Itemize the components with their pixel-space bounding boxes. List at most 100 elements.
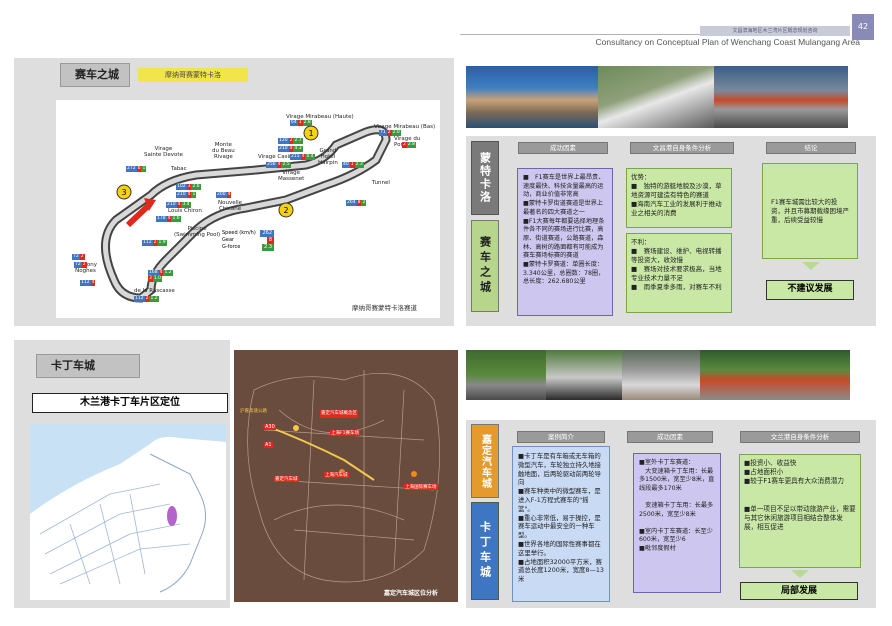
jiading-label-1: A30 — [264, 424, 276, 430]
conclusion-text: F1赛车城需比较大的投资，并且市募期载缘困境严重，后续受益较慢 — [771, 197, 849, 224]
track-data-badge: 40 1 2.3 — [342, 162, 364, 168]
track-data-badge: 264 8 2 — [346, 200, 367, 206]
track-badge-gear: 2 — [79, 254, 85, 260]
track-data-badge: 200 4 — [216, 192, 232, 198]
track-badge-gforce: 2.5 — [281, 162, 291, 168]
conclusion-arrow — [802, 262, 820, 270]
col-case-intro: 案例简介 — [517, 431, 605, 443]
track-data-badge: 71 2 2.0 — [379, 130, 401, 136]
svg-text:3: 3 — [121, 188, 126, 197]
tab-racing-city: 赛车之城 — [471, 220, 499, 312]
jiading-label-2: A1 — [264, 442, 273, 448]
track-badge-gforce: 1.2 — [163, 270, 173, 276]
track-badge-speed: 71 — [379, 130, 387, 136]
track-badge-speed: 64 — [290, 120, 298, 126]
legend-speed-value: 262 — [260, 230, 274, 237]
legend-gear-label: Gear — [222, 237, 235, 243]
track-data-badge: 72 2 — [74, 262, 87, 268]
label-piscine: Piscine (Swimming Pool) — [174, 226, 221, 238]
track-legend: Speed (km/h) 262 Gear 8 G-force 2.3 — [222, 230, 274, 251]
track-badge-speed: 112 — [80, 280, 91, 286]
legend-gear-value: 8 — [266, 237, 274, 244]
track-badge-gforce: 1 — [191, 192, 197, 198]
track-badge-speed: 210 — [166, 202, 177, 208]
section2-title: 卡丁车城 — [36, 354, 140, 378]
jiading-label-0: 沪嘉高速公路 — [240, 409, 267, 414]
track-badge-speed: 210 — [176, 192, 187, 198]
track-badge-gforce: 2.3 — [354, 162, 364, 168]
marker-circuit — [411, 471, 417, 477]
track-badge-speed: 200 — [216, 192, 227, 198]
jiading-label-4: 上海F1赛车场 — [330, 430, 360, 436]
track-badge-speed: 72 — [74, 262, 82, 268]
col-success-factors: 成功因素 — [518, 142, 608, 154]
track-badge-speed: 178 — [156, 216, 167, 222]
section1-tag: 摩纳哥赛蒙特卡洛 — [138, 68, 248, 82]
track-data-badge: 256 4 2.5 — [266, 162, 291, 168]
label-tunnel: Tunnel — [372, 180, 390, 186]
tab-racing-city-label: 赛车之城 — [478, 236, 492, 296]
tab-karting-city: 卡丁车城 — [471, 502, 499, 600]
self-analysis-arrow — [791, 570, 809, 578]
track-data-badge: 112 4 — [80, 280, 96, 286]
jiading-label-3: 嘉定汽车城概念区 — [320, 410, 358, 418]
track-data-badge: 120 2 2.7 — [278, 138, 303, 144]
mulan-port-site-map — [30, 424, 226, 600]
f1-race-photo — [714, 66, 848, 128]
track-map-caption: 摩纳哥赛蒙特卡洛赛道 — [352, 304, 417, 312]
track-badge-gforce: 2 — [361, 200, 367, 206]
track-data-badge: 112 2 1.9 — [142, 240, 167, 246]
track-badge-gforce: 1.6 — [171, 216, 181, 222]
track-data-badge: 210 4 4.3 — [278, 146, 303, 152]
track-badge-gforce: 1.2 — [149, 296, 159, 302]
track-badge-gforce: 2.8 — [302, 120, 312, 126]
jiading-label-5: 上海汽车城 — [324, 472, 349, 478]
self-analysis-box-2: ■投资小、收益快 ■占地面积小 ■较于F1赛车更具有大众消费潜力 ■单一项目不足… — [739, 454, 861, 568]
track-data-badge: 272 6 1 — [126, 166, 147, 172]
track-data-badge: 64 1 2.8 — [290, 120, 312, 126]
marker-a30 — [293, 425, 299, 431]
track-badge-gear: 2 — [81, 262, 87, 268]
label-louis-chiron: Louis Chiron — [168, 208, 202, 214]
track-data-badge: 72 2 — [72, 254, 85, 260]
legend-gforce-label: G-force — [222, 244, 241, 250]
label-tabac: Tabac — [171, 166, 187, 172]
track-badge-speed: 272 — [126, 166, 137, 172]
track-data-badge: 215 4 0.4 — [290, 154, 315, 160]
karting-location-title: 木兰港卡丁车片区定位 — [32, 393, 228, 413]
result-not-recommended: 不建议发展 — [766, 280, 854, 300]
legend-speed-label: Speed (km/h) — [222, 230, 256, 236]
label-massenet: Virage Massenet — [278, 170, 305, 182]
track-data-badge: 2 2.8 — [402, 142, 417, 148]
col-conclusion: 结论 — [766, 142, 856, 154]
karting-photo-1 — [466, 350, 546, 400]
jiading-map-caption: 嘉定汽车城区位分析 — [384, 590, 439, 597]
rally-car-photo — [598, 66, 714, 128]
track-badge-gear: 4 — [226, 192, 232, 198]
section1-title: 赛车之城 — [60, 63, 130, 87]
track-data-badge: 210 4 3.4 — [166, 202, 191, 208]
karting-photo-3 — [622, 350, 700, 400]
advantages-box: 优势： ■ 独特的游艇地貌及沙漠，草地资源可建造有特色的赛道 ■海南汽车工业的发… — [626, 168, 732, 228]
col-self-analysis: 文昌港自身条件分析 — [630, 142, 734, 154]
track-badge-gforce: 2.0 — [391, 130, 401, 136]
track-badge-speed: 256 — [266, 162, 277, 168]
track-badge-gforce: 2.6 — [191, 184, 201, 190]
tab-monte-carlo: 蒙特卡洛 — [471, 141, 499, 215]
karting-photo-2 — [546, 350, 622, 400]
site-map-drawing — [30, 436, 226, 600]
track-badge-gforce: 2.7 — [293, 138, 303, 144]
track-badge-speed: 120 — [278, 138, 289, 144]
label-beau-rivage: Monte du Beau Rivage — [212, 142, 235, 160]
tab-jiading-label: 嘉定汽车城 — [479, 433, 491, 489]
label-portier: Virage du Portier — [394, 136, 421, 148]
track-badge-gforce: 2.8 — [406, 142, 417, 148]
col-success-factors-2: 成功因素 — [627, 431, 713, 443]
monaco-harbor-photo — [466, 66, 598, 128]
tab-jiading: 嘉定汽车城 — [471, 424, 499, 498]
track-badge-speed: 264 — [346, 200, 357, 206]
disadvantages-box: 不利： ■ 赛场建设、维护、电视转播等投资大，收效慢 ■ 赛场对技术要求极高，当… — [626, 233, 732, 313]
track-badge-gforce: 0.4 — [305, 154, 315, 160]
track-badge-speed: 215 — [290, 154, 301, 160]
success-factors-box: ■ F1赛车是世界上最昂贵、速度最快、科技含量最高的运动，商业价值非常高 ■蒙特… — [517, 168, 613, 316]
